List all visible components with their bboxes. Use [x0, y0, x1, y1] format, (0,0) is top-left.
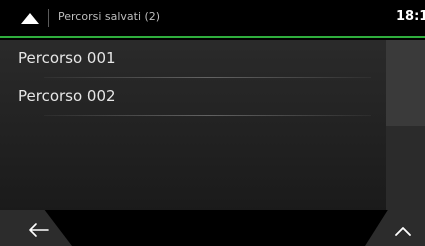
clock: 18:10	[396, 9, 425, 24]
chevron-up-icon[interactable]	[393, 224, 413, 238]
list-item[interactable]: Percorso 001	[0, 40, 385, 78]
saved-routes-screen: Percorsi salvati (2) 18:10 Percorso 001 …	[0, 0, 425, 246]
header-divider	[48, 9, 49, 27]
route-name: Percorso 001	[18, 49, 116, 67]
up-triangle-icon[interactable]	[21, 13, 39, 24]
list-item[interactable]: Percorso 002	[0, 78, 385, 116]
page-title: Percorsi salvati (2)	[58, 10, 161, 23]
header-accent-line	[0, 36, 425, 38]
back-arrow-icon[interactable]	[28, 222, 50, 238]
route-name: Percorso 002	[18, 87, 116, 105]
list-divider	[44, 115, 371, 116]
saved-routes-list: Percorso 001 Percorso 002	[0, 40, 385, 116]
scrollbar-thumb[interactable]	[386, 40, 425, 126]
